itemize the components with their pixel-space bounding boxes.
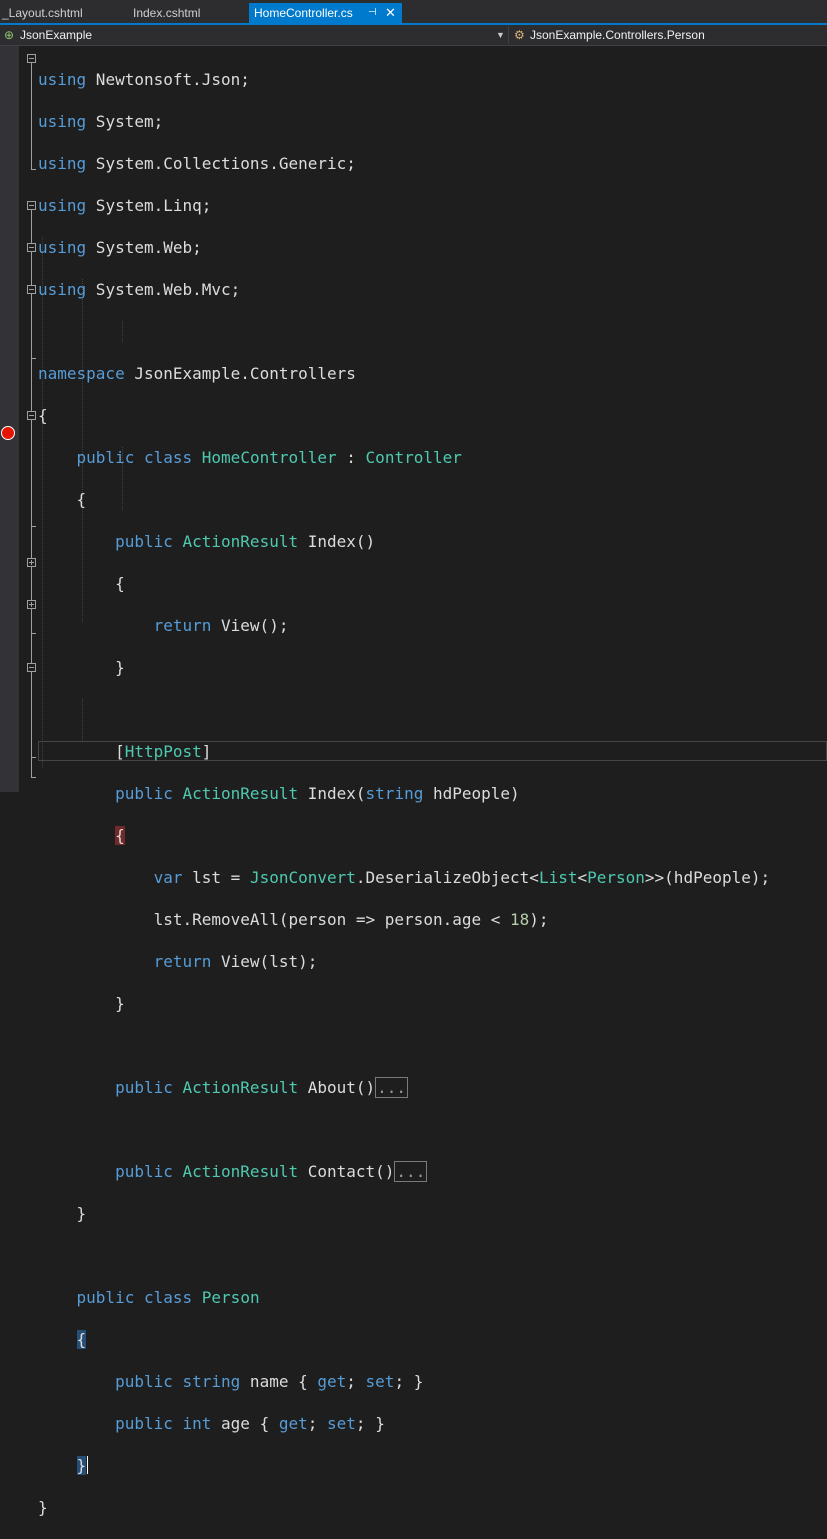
fold-end-tick bbox=[31, 633, 36, 634]
fold-line bbox=[31, 62, 32, 169]
code-line: public ActionResult Index() bbox=[115, 532, 376, 551]
collapse-toggle-icon[interactable] bbox=[27, 285, 36, 294]
fold-end-tick bbox=[31, 526, 36, 527]
collapse-toggle-icon[interactable] bbox=[27, 663, 36, 672]
code-line: public ActionResult About()... bbox=[115, 1077, 409, 1098]
code-line: { bbox=[38, 490, 87, 509]
code-editor[interactable]: using Newtonsoft.Json; using System; usi… bbox=[38, 48, 827, 1539]
tab-label: HomeController.cs bbox=[254, 6, 353, 20]
code-line: } bbox=[38, 1498, 48, 1517]
code-line: } bbox=[38, 1204, 87, 1223]
class-icon: ⚙ bbox=[514, 28, 525, 42]
code-line: [HttpPost] bbox=[38, 742, 212, 761]
document-tab-bar: _Layout.cshtml Index.cshtml HomeControll… bbox=[0, 0, 827, 25]
indicator-margin[interactable] bbox=[0, 46, 19, 792]
collapse-toggle-icon[interactable] bbox=[27, 54, 36, 63]
fold-end-tick bbox=[31, 358, 36, 359]
pin-icon[interactable]: ⊣ bbox=[368, 3, 377, 23]
code-line: using System; bbox=[38, 112, 164, 131]
code-line: var lst = JsonConvert.DeserializeObject<… bbox=[153, 868, 771, 887]
code-line: { bbox=[38, 406, 48, 425]
code-line: } bbox=[38, 658, 125, 677]
code-line: public int age { get; set; } bbox=[115, 1414, 385, 1433]
code-line: public ActionResult Index(string hdPeopl… bbox=[115, 784, 520, 803]
fold-end-tick bbox=[31, 757, 36, 758]
matched-brace: { bbox=[76, 1330, 87, 1349]
collapse-toggle-icon[interactable] bbox=[27, 411, 36, 420]
code-line: using System.Web.Mvc; bbox=[38, 280, 241, 299]
code-line: } bbox=[38, 1455, 827, 1476]
code-line: using Newtonsoft.Json; bbox=[38, 70, 250, 89]
expand-toggle-icon[interactable] bbox=[27, 558, 36, 567]
code-line: { bbox=[38, 1329, 827, 1350]
code-line: { bbox=[38, 574, 125, 593]
tab-label: _Layout.cshtml bbox=[2, 6, 83, 20]
breakpoint-icon[interactable] bbox=[1, 426, 15, 440]
code-line: using System.Collections.Generic; bbox=[38, 154, 356, 173]
collapsed-region[interactable]: ... bbox=[394, 1161, 428, 1182]
scope-dropdown[interactable]: ⚙ JsonExample.Controllers.Person bbox=[510, 26, 827, 44]
collapse-toggle-icon[interactable] bbox=[27, 201, 36, 210]
code-line: public class HomeController : Controller bbox=[76, 448, 462, 467]
tab-index-cshtml[interactable]: Index.cshtml bbox=[133, 4, 200, 23]
code-line: public string name { get; set; } bbox=[115, 1372, 424, 1391]
fold-end-tick bbox=[31, 777, 36, 778]
code-line: return View(lst); bbox=[153, 952, 318, 971]
code-line: public ActionResult Contact()... bbox=[115, 1161, 428, 1182]
close-icon[interactable]: ✕ bbox=[385, 3, 396, 23]
expand-toggle-icon[interactable] bbox=[27, 600, 36, 609]
scope-name: JsonExample.Controllers.Person bbox=[530, 28, 705, 42]
tab-layout-cshtml[interactable]: _Layout.cshtml bbox=[2, 4, 83, 23]
code-line: return View(); bbox=[153, 616, 289, 635]
text-caret bbox=[87, 1456, 89, 1474]
fold-end-tick bbox=[31, 169, 36, 170]
code-line: using System.Linq; bbox=[38, 196, 212, 215]
csharp-project-icon: ⊕ bbox=[4, 28, 15, 42]
tab-homecontroller-cs[interactable]: HomeController.cs ⊣ ✕ bbox=[249, 3, 402, 23]
code-line: { bbox=[38, 825, 827, 846]
project-dropdown[interactable]: ⊕ JsonExample ▼ bbox=[0, 26, 509, 44]
code-line: lst.RemoveAll(person => person.age < 18)… bbox=[38, 910, 549, 929]
project-name: JsonExample bbox=[20, 28, 93, 42]
code-line: namespace JsonExample.Controllers bbox=[38, 364, 356, 383]
fold-line bbox=[31, 419, 32, 526]
matched-brace: } bbox=[76, 1456, 87, 1475]
collapsed-region[interactable]: ... bbox=[375, 1077, 409, 1098]
code-line: using System.Web; bbox=[38, 238, 202, 257]
breakpoint-brace: { bbox=[115, 826, 125, 845]
tab-label: Index.cshtml bbox=[133, 6, 201, 20]
code-line: } bbox=[38, 994, 125, 1013]
fold-line bbox=[31, 671, 32, 757]
navigation-bar: ⊕ JsonExample ▼ ⚙ JsonExample.Controller… bbox=[0, 25, 827, 46]
fold-line bbox=[31, 293, 32, 358]
chevron-down-icon: ▼ bbox=[496, 30, 505, 40]
collapse-toggle-icon[interactable] bbox=[27, 243, 36, 252]
code-line: public class Person bbox=[76, 1288, 260, 1307]
